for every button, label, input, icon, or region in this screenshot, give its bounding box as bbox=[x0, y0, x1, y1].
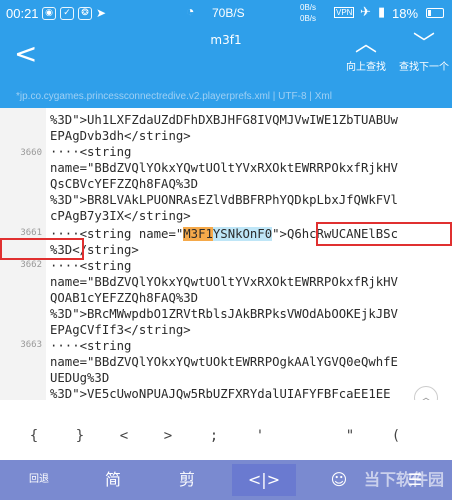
line-number: 3663 bbox=[20, 340, 42, 350]
symbol-key[interactable]: } bbox=[70, 428, 90, 444]
cursor-button[interactable]: <|> bbox=[232, 464, 296, 496]
code-line: name="BBdZVQlYOkxYQwtUOltYVxRXOktEWRRPOk… bbox=[50, 161, 398, 175]
net-speed-up: 0B/s bbox=[300, 3, 317, 12]
find-previous-button[interactable]: ︿ 向上查找 bbox=[340, 32, 392, 73]
network-speed: 70B/S bbox=[212, 6, 245, 20]
code-line: EPAgCVfIf3</string> bbox=[50, 323, 191, 337]
code-line: %3D">BRcMWwpdbO1ZRVtRblsJAkBRPksVWOdAbOO… bbox=[50, 307, 398, 321]
find-next-label: 查找下一个 bbox=[399, 62, 449, 73]
search-match-key-rest: YSNkOnF0 bbox=[212, 227, 273, 241]
vpn-icon: VPN bbox=[334, 7, 355, 18]
file-path: *jp.co.cygames.princessconnectredive.v2.… bbox=[16, 91, 270, 102]
signal-icon: ▮ bbox=[378, 4, 386, 19]
symbol-key[interactable]: ( bbox=[386, 428, 406, 444]
find-previous-label: 向上查找 bbox=[346, 62, 386, 73]
find-next-button[interactable]: ﹀ 查找下一个 bbox=[396, 32, 452, 73]
code-line: cPAgB7y3IX</string> bbox=[50, 209, 191, 223]
line-number: 3660 bbox=[20, 148, 42, 158]
code-line: %3D">VE5cUwoNPUAJQw5RbUZFXRYdalUIAFYFBFc… bbox=[50, 387, 391, 400]
code-line: name="BBdZVQlYOkxYQwtUOktEWRRPOgkAAlYGVQ… bbox=[50, 355, 398, 369]
code-line: QOAB1cYEFZZQh8FAQ%3D bbox=[50, 291, 199, 305]
code-mid: "> bbox=[272, 227, 287, 241]
battery-icon bbox=[426, 8, 444, 18]
cut-button[interactable]: 剪 bbox=[170, 464, 204, 496]
code-line: ····<string bbox=[50, 259, 132, 273]
code-line: ····<string bbox=[50, 145, 132, 159]
symbol-key[interactable]: ' bbox=[250, 428, 270, 444]
line-number: 3661 bbox=[20, 228, 42, 238]
status-time: 00:21 bbox=[6, 6, 39, 21]
wifi-icon: ◔ bbox=[186, 3, 195, 19]
encoding: UTF-8 bbox=[278, 91, 307, 102]
search-match-key: M3F1 bbox=[183, 227, 213, 241]
undo-button[interactable]: 回退 bbox=[22, 464, 56, 496]
symbol-bar: { } < > ; ' " ( bbox=[0, 400, 452, 460]
simplify-button[interactable]: 简 bbox=[96, 464, 130, 496]
symbol-key[interactable]: { bbox=[24, 428, 44, 444]
symbol-key[interactable]: < bbox=[114, 428, 134, 444]
code-line: ····<string bbox=[50, 339, 132, 353]
code-line: EPAgDvb3dh</string> bbox=[50, 129, 191, 143]
code-line: QsCBVcYEFZZQh8FAQ%3D bbox=[50, 177, 199, 191]
app-bar: < m3f1 ︿ 向上查找 ﹀ 查找下一个 bbox=[0, 28, 452, 88]
app-notification-icon: ❂ bbox=[78, 7, 92, 20]
send-icon: ➤ bbox=[96, 6, 107, 20]
code-line: %3D">Uh1LXFZdaUZdDFhDXBJHFG8IVQMJVwIWE1Z… bbox=[50, 113, 398, 127]
symbol-key[interactable]: > bbox=[158, 428, 178, 444]
status-bar: 00:21 ◉ ✓ ❂ ➤ ◔ 70B/S 0B/s 0B/s VPN ✈ ▮ … bbox=[0, 0, 452, 28]
emoji-button[interactable]: ☺ bbox=[322, 464, 356, 496]
code-editor[interactable]: 3660 3661 3662 3663 %3D">Uh1LXFZdaUZdDFh… bbox=[0, 108, 452, 400]
code-line: %3D">BR8LVAkLPUONRAsEZlVdBBFRPhYQDkpLbxJ… bbox=[50, 193, 398, 207]
chevron-down-icon: ﹀ bbox=[412, 32, 435, 57]
file-path-bar: *jp.co.cygames.princessconnectredive.v2.… bbox=[0, 88, 452, 108]
annotation-box-value bbox=[316, 222, 452, 246]
code-line: name="BBdZVQlYOkxYQwtUOltYVxRXOktEWRRPOk… bbox=[50, 275, 398, 289]
line-number: 3662 bbox=[20, 260, 42, 270]
app-notification-icon: ✓ bbox=[60, 7, 74, 20]
symbol-key[interactable]: ; bbox=[204, 428, 224, 444]
syntax-mode: Xml bbox=[314, 91, 332, 102]
annotation-box-end bbox=[0, 238, 84, 260]
chevron-up-icon: ︿ bbox=[354, 32, 377, 57]
symbol-key[interactable]: " bbox=[340, 428, 360, 444]
watermark: 当下软件园 bbox=[363, 472, 444, 489]
battery-percent: 18% bbox=[392, 6, 419, 21]
app-notification-icon: ◉ bbox=[42, 7, 56, 20]
code-line: UEDUg%3D bbox=[50, 371, 110, 385]
net-speed-down: 0B/s bbox=[300, 14, 317, 23]
airplane-icon: ✈ bbox=[360, 4, 371, 19]
